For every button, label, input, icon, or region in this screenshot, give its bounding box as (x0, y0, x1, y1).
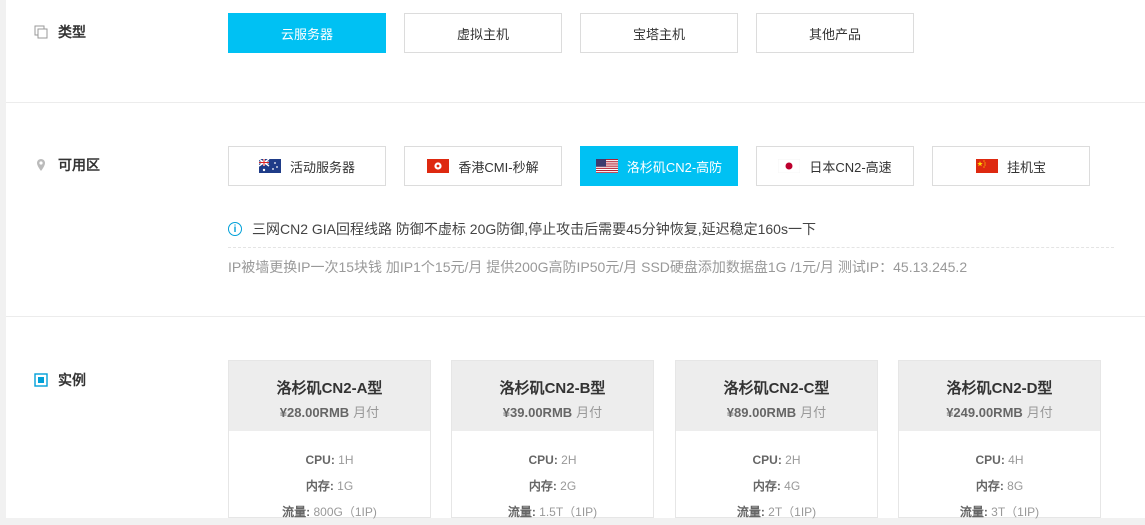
plan-cycle: 月付 (353, 405, 380, 420)
plan-price-row: ¥28.00RMB 月付 (229, 402, 430, 421)
plan-header: 洛杉矶CN2-D型 ¥249.00RMB 月付 (899, 361, 1100, 431)
spec-mem: 内存: 1G (305, 479, 354, 493)
type-label-row: 类型 (34, 22, 86, 42)
spec-cpu: CPU: 2H (528, 453, 577, 467)
spec-mem: 内存: 8G (975, 479, 1024, 493)
instance-label: 实例 (58, 372, 86, 388)
zone-option-activity-server[interactable]: 活动服务器 (228, 146, 386, 186)
plan-cycle: 月付 (800, 405, 827, 420)
copy-icon (34, 25, 48, 39)
location-pin-icon (37, 159, 45, 171)
plan-name: 洛杉矶CN2-A型 (276, 380, 383, 397)
plan-cycle: 月付 (576, 405, 603, 420)
zone-option-hang-machine[interactable]: 挂机宝 (932, 146, 1090, 186)
instance-label-row: 实例 (34, 370, 86, 390)
type-option-cloud-server[interactable]: 云服务器 (228, 13, 386, 53)
divider (228, 247, 1114, 248)
plan-name: 洛杉矶CN2-D型 (946, 380, 1053, 397)
order-card: 类型 云服务器 虚拟主机 宝塔主机 其他产品 可用区 活动服务器 香港CMI-秒… (6, 0, 1145, 519)
spec-cpu: CPU: 1H (305, 453, 354, 467)
spec-mem: 内存: 2G (528, 479, 577, 493)
plan-header: 洛杉矶CN2-A型 ¥28.00RMB 月付 (229, 361, 430, 431)
plan-card-b[interactable]: 洛杉矶CN2-B型 ¥39.00RMB 月付 CPU: 2H 内存: 2G 流量:… (451, 360, 654, 519)
type-section: 类型 云服务器 虚拟主机 宝塔主机 其他产品 (6, 0, 1145, 103)
plan-header: 洛杉矶CN2-B型 ¥39.00RMB 月付 (452, 361, 653, 431)
plan-price: ¥249.00RMB (946, 405, 1023, 420)
zone-label-row: 可用区 (34, 155, 100, 175)
spec-traffic: 流量: 2T（1IP) (736, 505, 817, 519)
japan-flag-icon (778, 159, 801, 173)
spec-traffic: 流量: 1.5T（1IP) (507, 505, 598, 519)
info-icon: i (228, 222, 242, 236)
plan-name: 洛杉矶CN2-C型 (723, 380, 830, 397)
plan-price-row: ¥39.00RMB 月付 (452, 402, 653, 421)
zone-info-text: 三网CN2 GIA回程线路 防御不虚标 20G防御,停止攻击后需要45分钟恢复,… (252, 221, 816, 237)
spec-cpu: CPU: 4H (975, 453, 1024, 467)
plan-card-c[interactable]: 洛杉矶CN2-C型 ¥89.00RMB 月付 CPU: 2H 内存: 4G 流量:… (675, 360, 878, 519)
spec-mem: 内存: 4G (752, 479, 801, 493)
zone-option-la-cn2[interactable]: 洛杉矶CN2-高防 (580, 146, 738, 186)
plan-price: ¥39.00RMB (502, 405, 573, 420)
plan-card-d[interactable]: 洛杉矶CN2-D型 ¥249.00RMB 月付 CPU: 4H 内存: 8G 流量… (898, 360, 1101, 519)
spec-traffic: 流量: 800G（1IP) (282, 505, 377, 519)
zone-note: IP被墙更换IP一次15块钱 加IP1个15元/月 提供200G高防IP50元/… (228, 259, 968, 275)
type-option-other-products[interactable]: 其他产品 (756, 13, 914, 53)
usa-flag-icon (595, 159, 618, 173)
china-flag-icon (975, 159, 998, 173)
plan-price-row: ¥89.00RMB 月付 (676, 402, 877, 421)
plan-price: ¥89.00RMB (726, 405, 797, 420)
plan-specs: CPU: 4H 内存: 8G 流量: 3T（1IP) (899, 447, 1100, 525)
plan-specs: CPU: 2H 内存: 4G 流量: 2T（1IP) (676, 447, 877, 525)
plan-specs: CPU: 2H 内存: 2G 流量: 1.5T（1IP) (452, 447, 653, 525)
australia-flag-icon (258, 159, 281, 173)
spec-cpu: CPU: 2H (752, 453, 801, 467)
type-label: 类型 (58, 24, 86, 40)
plan-price: ¥28.00RMB (279, 405, 350, 420)
plan-cycle: 月付 (1026, 405, 1053, 420)
plan-name: 洛杉矶CN2-B型 (499, 380, 606, 397)
type-option-virtual-host[interactable]: 虚拟主机 (404, 13, 562, 53)
zone-info-line: i 三网CN2 GIA回程线路 防御不虚标 20G防御,停止攻击后需要45分钟恢… (228, 219, 816, 239)
plan-price-row: ¥249.00RMB 月付 (899, 402, 1100, 421)
instance-icon (34, 373, 48, 387)
plan-header: 洛杉矶CN2-C型 ¥89.00RMB 月付 (676, 361, 877, 431)
hongkong-flag-icon (427, 159, 450, 173)
zone-section (6, 103, 1145, 317)
zone-option-japan-cn2[interactable]: 日本CN2-高速 (756, 146, 914, 186)
spec-traffic: 流量: 3T（1IP) (959, 505, 1040, 519)
zone-label: 可用区 (58, 157, 100, 173)
plan-card-a[interactable]: 洛杉矶CN2-A型 ¥28.00RMB 月付 CPU: 1H 内存: 1G 流量:… (228, 360, 431, 519)
type-option-bt-host[interactable]: 宝塔主机 (580, 13, 738, 53)
plan-specs: CPU: 1H 内存: 1G 流量: 800G（1IP) (229, 447, 430, 525)
zone-option-hongkong-cmi[interactable]: 香港CMI-秒解 (404, 146, 562, 186)
